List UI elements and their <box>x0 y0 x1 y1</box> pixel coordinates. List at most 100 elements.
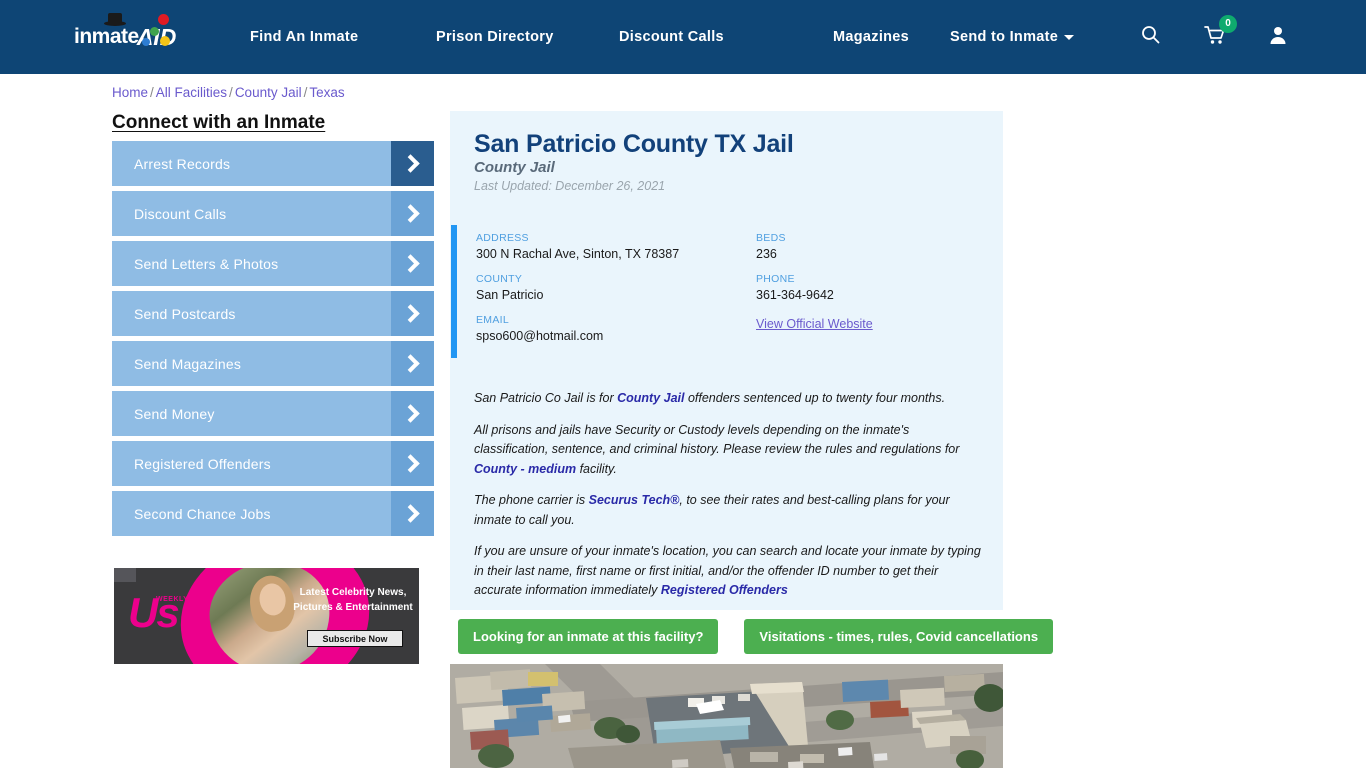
description-paragraph-1: San Patricio Co Jail is for County Jail … <box>474 389 982 409</box>
nav-item-magazines[interactable]: Magazines <box>833 29 909 45</box>
nav-item-prison-directory[interactable]: Prison Directory <box>436 29 554 45</box>
para-text: facility. <box>576 461 617 476</box>
description-paragraph-3: The phone carrier is Securus Tech®, to s… <box>474 491 982 530</box>
nav-slot-0: Find An Inmate <box>250 29 436 45</box>
sidebar-item-registered-offenders[interactable]: Registered Offenders <box>112 441 434 486</box>
link-registered-offenders[interactable]: Registered Offenders <box>661 583 788 597</box>
info-cell-address: ADDRESS 300 N Rachal Ave, Sinton, TX 783… <box>476 232 756 273</box>
logo-dot-yellow-icon <box>160 36 170 46</box>
info-cell-website: View Official Website <box>756 314 976 355</box>
facility-aerial-photo <box>450 664 1003 768</box>
site-logo[interactable]: inmate AID <box>74 14 194 60</box>
sidebar-item-send-postcards[interactable]: Send Postcards <box>112 291 434 336</box>
nav-slot-2: Discount Calls <box>619 29 833 45</box>
cart-icon[interactable]: 0 <box>1204 14 1237 50</box>
chevron-right-icon <box>391 391 434 436</box>
sidebar-item-label: Send Money <box>134 405 215 422</box>
info-value: spso600@hotmail.com <box>476 329 604 343</box>
logo-dot-blue-icon <box>142 38 150 46</box>
info-label: BEDS <box>756 232 786 244</box>
sidebar-item-arrest-records[interactable]: Arrest Records <box>112 141 434 186</box>
nav-item-send-to-inmate-label: Send to Inmate <box>950 29 1059 45</box>
logo-hat-icon <box>104 13 126 26</box>
para-text: San Patricio Co Jail is for <box>474 391 618 405</box>
facility-info-grid: ADDRESS 300 N Rachal Ave, Sinton, TX 783… <box>476 232 976 355</box>
site-header: inmate AID Find An Inmate Prison Directo… <box>0 0 1366 74</box>
info-cell-beds: BEDS 236 <box>756 232 976 273</box>
facility-type: County Jail <box>474 159 555 176</box>
info-value: 236 <box>756 247 777 261</box>
logo-text-inmate: inmate <box>74 25 139 48</box>
page-title: San Patricio County TX Jail <box>474 130 794 158</box>
breadcrumb-item-county-jail[interactable]: County Jail <box>235 85 302 100</box>
sidebar-item-second-chance-jobs[interactable]: Second Chance Jobs <box>112 491 434 536</box>
sidebar-title: Connect with an Inmate <box>112 112 326 133</box>
sidebar-item-label: Discount Calls <box>134 205 227 222</box>
advertisement-banner[interactable]: Us WEEKLY Latest Celebrity News, Picture… <box>114 568 419 664</box>
info-value: 300 N Rachal Ave, Sinton, TX 78387 <box>476 247 680 261</box>
info-cell-email: EMAIL spso600@hotmail.com <box>476 314 756 355</box>
sidebar-item-label: Send Postcards <box>134 305 236 322</box>
nav-slot-1: Prison Directory <box>436 29 619 45</box>
chevron-down-icon <box>1064 34 1075 40</box>
description-paragraph-2: All prisons and jails have Security or C… <box>474 421 982 480</box>
view-official-website-link[interactable]: View Official Website <box>756 317 873 331</box>
info-value: San Patricio <box>476 288 544 302</box>
sidebar-item-send-letters-photos[interactable]: Send Letters & Photos <box>112 241 434 286</box>
accent-bar <box>451 225 457 358</box>
nav-slot-3: Magazines <box>833 29 950 45</box>
breadcrumb: Home / All Facilities / County Jail / Texas <box>112 85 345 100</box>
sidebar-item-label: Send Magazines <box>134 355 242 372</box>
sidebar-item-label: Send Letters & Photos <box>134 255 279 272</box>
breadcrumb-separator-1: / <box>229 85 233 100</box>
breadcrumb-item-texas[interactable]: Texas <box>309 85 344 100</box>
last-updated: Last Updated: December 26, 2021 <box>474 179 666 193</box>
breadcrumb-item-all-facilities[interactable]: All Facilities <box>156 85 227 100</box>
info-value: 361-364-9642 <box>756 288 834 302</box>
ad-subscribe-button[interactable]: Subscribe Now <box>307 630 403 647</box>
sidebar-item-send-money[interactable]: Send Money <box>112 391 434 436</box>
nav-item-send-to-inmate[interactable]: Send to Inmate <box>950 29 1075 45</box>
facility-description: San Patricio Co Jail is for County Jail … <box>474 389 982 613</box>
sidebar-item-label: Second Chance Jobs <box>134 505 271 522</box>
main-navigation: Find An Inmate Prison Directory Discount… <box>250 0 1110 74</box>
link-securus-tech[interactable]: Securus Tech® <box>589 493 680 507</box>
breadcrumb-separator-0: / <box>150 85 154 100</box>
info-label: COUNTY <box>476 273 523 285</box>
chevron-right-icon <box>391 441 434 486</box>
info-cell-county: COUNTY San Patricio <box>476 273 756 314</box>
nav-slot-4: Send to Inmate <box>950 29 1110 45</box>
sidebar-item-label: Arrest Records <box>134 155 231 172</box>
description-paragraph-4: If you are unsure of your inmate's locat… <box>474 542 982 601</box>
user-icon[interactable] <box>1268 25 1288 50</box>
link-county-jail[interactable]: County Jail <box>617 391 684 405</box>
breadcrumb-item-home[interactable]: Home <box>112 85 148 100</box>
sidebar-item-discount-calls[interactable]: Discount Calls <box>112 191 434 236</box>
chevron-right-icon <box>391 491 434 536</box>
action-button-row: Looking for an inmate at this facility? … <box>458 619 1054 654</box>
info-label: PHONE <box>756 273 795 285</box>
logo-dot-green-icon <box>150 27 159 36</box>
nav-item-discount-calls[interactable]: Discount Calls <box>619 29 724 45</box>
facility-panel: San Patricio County TX Jail County Jail … <box>450 111 1003 610</box>
info-cell-phone: PHONE 361-364-9642 <box>756 273 976 314</box>
search-icon[interactable] <box>1141 25 1160 49</box>
para-text: The phone carrier is <box>474 493 589 507</box>
info-label: ADDRESS <box>476 232 529 244</box>
ad-brand-sublabel: WEEKLY <box>156 596 189 603</box>
chevron-right-icon <box>391 291 434 336</box>
find-inmate-button[interactable]: Looking for an inmate at this facility? <box>458 619 719 654</box>
para-text: All prisons and jails have Security or C… <box>474 422 960 457</box>
chevron-right-icon <box>391 191 434 236</box>
sidebar-item-send-magazines[interactable]: Send Magazines <box>112 341 434 386</box>
nav-item-find-an-inmate[interactable]: Find An Inmate <box>250 29 358 45</box>
chevron-right-icon <box>391 241 434 286</box>
visitations-button[interactable]: Visitations - times, rules, Covid cancel… <box>744 619 1054 654</box>
chevron-right-icon <box>391 141 434 186</box>
link-county-medium[interactable]: County - medium <box>474 462 576 476</box>
sidebar-menu: Arrest Records Discount Calls Send Lette… <box>112 141 434 541</box>
header-icon-group: 0 <box>1141 0 1366 74</box>
logo-dot-red-icon <box>158 14 169 25</box>
sidebar-item-label: Registered Offenders <box>134 455 271 472</box>
ad-corner-marker <box>114 568 136 582</box>
